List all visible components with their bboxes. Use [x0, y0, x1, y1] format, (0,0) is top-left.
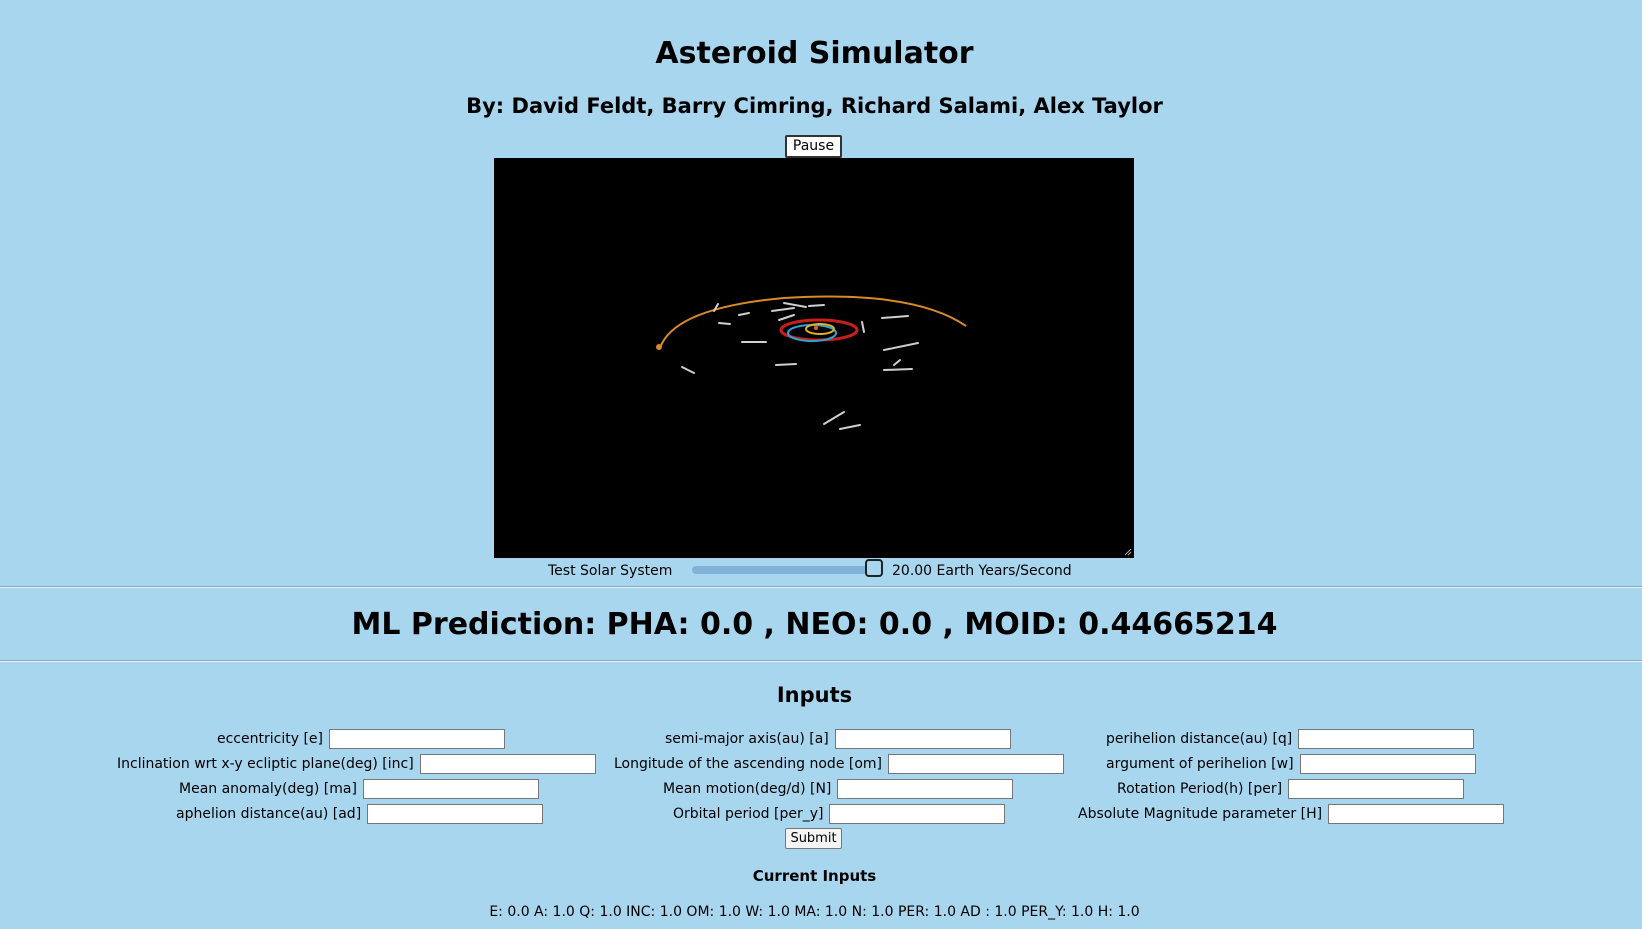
inputs-heading: Inputs	[776, 683, 853, 707]
speed-slider[interactable]	[692, 559, 883, 577]
mean-anomaly-label: Mean anomaly(deg) [ma]	[179, 781, 357, 797]
ascending-node-input[interactable]	[888, 754, 1065, 774]
field-semi-major-axis: semi-major axis(au) [a]	[665, 728, 1011, 750]
rotation-period-input[interactable]	[1288, 779, 1465, 799]
asteroid-trail	[893, 359, 901, 366]
perihelion-distance-input[interactable]	[1298, 729, 1475, 749]
asteroid-trail	[778, 314, 795, 321]
divider	[0, 660, 1642, 662]
field-ascending-node: Longitude of the ascending node [om]	[614, 753, 1065, 775]
asteroid-trail	[738, 312, 750, 316]
asteroid-trail	[883, 342, 919, 351]
perihelion-distance-label: perihelion distance(au) [q]	[1106, 731, 1293, 747]
rotation-period-label: Rotation Period(h) [per]	[1117, 781, 1283, 797]
simulation-controls: Test Solar System 20.00 Earth Years/Seco…	[0, 559, 1642, 582]
asteroid-trail	[718, 322, 731, 325]
field-mean-motion: Mean motion(deg/d) [N]	[663, 778, 1014, 800]
inclination-input[interactable]	[419, 754, 596, 774]
field-rotation-period: Rotation Period(h) [per]	[1117, 778, 1465, 800]
field-aphelion-distance: aphelion distance(au) [ad]	[176, 803, 544, 825]
semi-major-axis-label: semi-major axis(au) [a]	[665, 731, 829, 747]
field-perihelion-distance: perihelion distance(au) [q]	[1106, 728, 1475, 750]
asteroid-trail	[881, 315, 909, 319]
mean-motion-label: Mean motion(deg/d) [N]	[663, 781, 832, 797]
asteroid-trail	[681, 366, 695, 374]
mean-motion-input[interactable]	[837, 779, 1014, 799]
speed-slider-thumb[interactable]	[865, 559, 883, 577]
ascending-node-label: Longitude of the ascending node [om]	[614, 756, 883, 772]
sun	[814, 326, 818, 330]
divider	[0, 586, 1642, 588]
field-eccentricity: eccentricity [e]	[217, 728, 505, 750]
argument-perihelion-input[interactable]	[1299, 754, 1476, 774]
field-orbital-period: Orbital period [per_y]	[673, 803, 1006, 825]
aphelion-distance-input[interactable]	[367, 804, 544, 824]
simulation-canvas[interactable]	[494, 158, 1134, 558]
speed-slider-track[interactable]	[692, 566, 874, 574]
solar-system-view	[656, 295, 967, 430]
current-inputs-heading: Current Inputs	[752, 867, 877, 885]
mean-anomaly-input[interactable]	[362, 779, 539, 799]
eccentricity-label: eccentricity [e]	[217, 731, 323, 747]
field-argument-perihelion: argument of perihelion [w]	[1106, 753, 1476, 775]
asteroid-trail	[883, 368, 913, 371]
semi-major-axis-input[interactable]	[834, 729, 1011, 749]
asteroid-trail	[839, 424, 861, 430]
aphelion-distance-label: aphelion distance(au) [ad]	[176, 806, 362, 822]
asteroid-trail	[783, 302, 807, 308]
ml-prediction: ML Prediction: PHA: 0.0 , NEO: 0.0 , MOI…	[351, 607, 1278, 642]
asteroid-trail	[823, 411, 845, 425]
asteroid-trail	[861, 321, 865, 333]
asteroid-trail	[771, 307, 795, 312]
outer-planet	[656, 344, 662, 350]
argument-perihelion-label: argument of perihelion [w]	[1106, 756, 1294, 772]
resize-grip-icon[interactable]	[1124, 548, 1132, 556]
field-mean-anomaly: Mean anomaly(deg) [ma]	[179, 778, 539, 800]
absolute-magnitude-label: Absolute Magnitude parameter [H]	[1078, 806, 1323, 822]
system-label: Test Solar System	[548, 563, 673, 579]
absolute-magnitude-input[interactable]	[1328, 804, 1505, 824]
current-inputs-values: E: 0.0 A: 1.0 Q: 1.0 INC: 1.0 OM: 1.0 W:…	[489, 904, 1140, 920]
asteroid-trail	[775, 363, 797, 366]
submit-button[interactable]: Submit	[785, 828, 842, 849]
field-inclination: Inclination wrt x-y ecliptic plane(deg) …	[117, 753, 596, 775]
asteroid-trail	[808, 304, 825, 307]
page-title: Asteroid Simulator	[655, 36, 974, 71]
eccentricity-input[interactable]	[328, 729, 505, 749]
orbital-period-input[interactable]	[829, 804, 1006, 824]
inclination-label: Inclination wrt x-y ecliptic plane(deg) …	[117, 756, 414, 772]
authors-byline: By: David Feldt, Barry Cimring, Richard …	[466, 94, 1163, 118]
pause-button[interactable]: Pause	[785, 135, 842, 158]
field-absolute-magnitude: Absolute Magnitude parameter [H]	[1078, 803, 1505, 825]
speed-readout: 20.00 Earth Years/Second	[892, 563, 1072, 579]
orbital-period-label: Orbital period [per_y]	[673, 806, 824, 822]
